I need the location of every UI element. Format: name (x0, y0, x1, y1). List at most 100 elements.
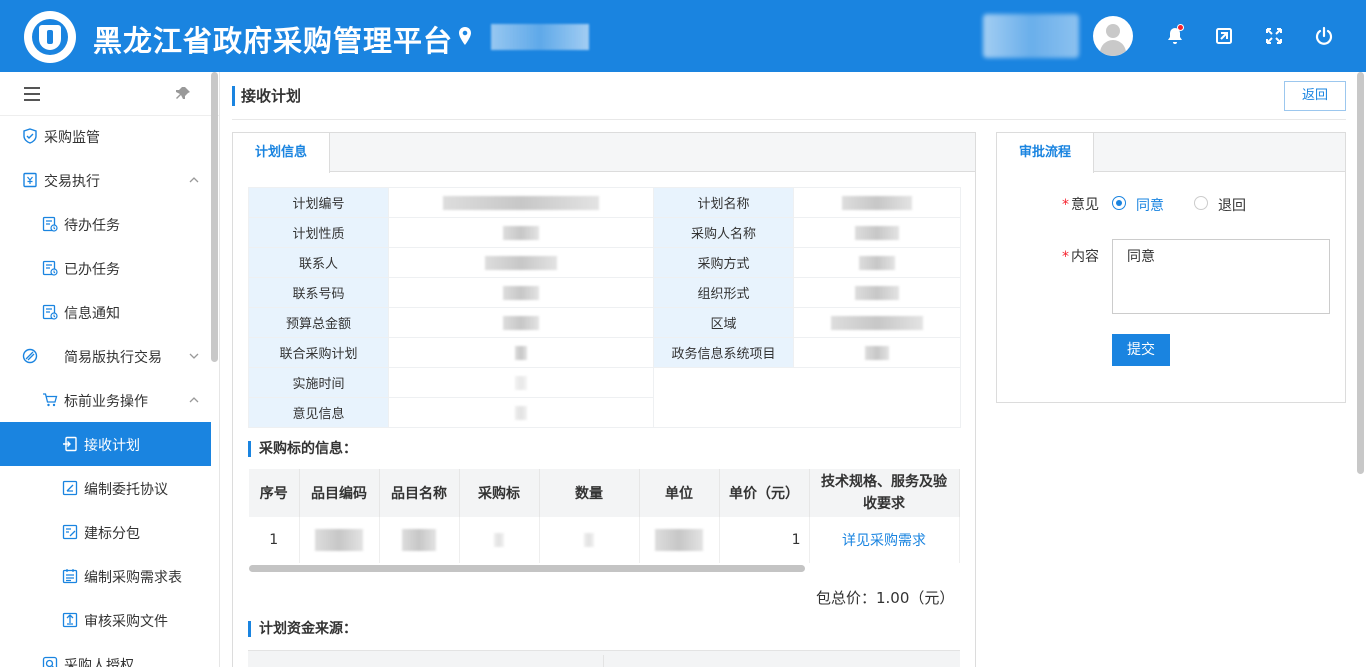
row-index: 1 (249, 517, 300, 563)
items-section-title: 采购标的信息： (248, 441, 357, 457)
field-value (793, 247, 961, 278)
sidebar-item-requirement-form[interactable]: 编制采购需求表 (0, 554, 211, 598)
sidebar-item-packaging[interactable]: 建标分包 (0, 510, 211, 554)
field-label: 实施时间 (248, 367, 389, 398)
column-header: 品目编码 (299, 469, 380, 517)
location-icon[interactable] (458, 27, 472, 45)
sidebar-item-agreement[interactable]: 编制委托协议 (0, 466, 211, 510)
sidebar-scrollbar[interactable] (211, 72, 218, 362)
upload-icon (62, 612, 78, 628)
row-target (459, 517, 540, 563)
column-header: 数量 (539, 469, 640, 517)
cart-icon (42, 392, 58, 408)
import-icon (62, 436, 78, 452)
field-label: 组织形式 (653, 277, 794, 308)
page-title: 接收计划 (232, 86, 301, 106)
field-value (388, 397, 654, 428)
sidebar-item-authorization[interactable]: 采购人授权 (0, 642, 211, 667)
fund-table-header (248, 650, 960, 667)
sidebar-item-pre-bid[interactable]: 标前业务操作 (0, 378, 211, 422)
menu-toggle-icon[interactable] (24, 87, 40, 101)
sidebar-item-notices[interactable]: 信息通知 (0, 290, 211, 334)
sidebar-item-done-tasks[interactable]: 已办任务 (0, 246, 211, 290)
slash-circle-icon (22, 348, 38, 364)
field-value (793, 217, 961, 248)
radio-return-label[interactable]: 退回 (1218, 195, 1246, 215)
tab-plan-info[interactable]: 计划信息 (233, 133, 330, 173)
radio-return[interactable] (1194, 196, 1208, 210)
chevron-up-icon (188, 394, 200, 406)
field-label: 区域 (653, 307, 794, 338)
sidebar-item-simple-trade[interactable]: 简易版执行交易 (0, 334, 211, 378)
avatar[interactable] (1093, 16, 1133, 56)
sidebar-item-review-docs[interactable]: 审核采购文件 (0, 598, 211, 642)
package-total: 包总价：1.00（元） (816, 589, 955, 607)
column-header: 单位 (639, 469, 720, 517)
items-table: 序号 品目编码 品目名称 采购标 数量 单位 单价（元） 技术规格、服务及验收要… (249, 469, 960, 563)
tab-approval-flow[interactable]: 审批流程 (997, 133, 1094, 173)
field-value (388, 247, 654, 278)
radio-agree-label[interactable]: 同意 (1136, 195, 1164, 215)
pin-icon[interactable] (174, 85, 192, 103)
column-header: 采购标 (459, 469, 540, 517)
field-label: 预算总金额 (248, 307, 389, 338)
fullscreen-icon[interactable] (1264, 26, 1284, 46)
power-icon[interactable] (1314, 26, 1334, 46)
field-label: 计划名称 (653, 187, 794, 218)
field-value (388, 187, 654, 218)
sidebar-item-supervision[interactable]: 采购监管 (0, 114, 211, 158)
field-label: 采购人名称 (653, 217, 794, 248)
screen-icon[interactable] (1214, 26, 1234, 46)
calendar-icon (62, 568, 78, 584)
app-logo (24, 11, 76, 63)
column-header: 序号 (249, 469, 300, 517)
row-qty (539, 517, 640, 563)
fund-section-title: 计划资金来源： (248, 621, 357, 637)
page-header: 接收计划 返回 (232, 80, 1346, 120)
edit-icon (62, 480, 78, 496)
field-label: 计划性质 (248, 217, 389, 248)
content-textarea[interactable]: 同意 (1112, 239, 1330, 314)
field-label: 政务信息系统项目 (653, 337, 794, 368)
back-button[interactable]: 返回 (1284, 81, 1346, 111)
field-label: 联系号码 (248, 277, 389, 308)
field-label: 采购方式 (653, 247, 794, 278)
table-row: 1 1 详见采购需求 (249, 517, 960, 563)
field-value (793, 337, 961, 368)
row-unit (639, 517, 720, 563)
plan-tabbar: 计划信息 (233, 133, 975, 173)
chevron-up-icon (188, 174, 200, 186)
row-price: 1 (719, 517, 810, 563)
requirement-link[interactable]: 详见采购需求 (809, 517, 960, 563)
column-header: 品目名称 (379, 469, 460, 517)
submit-button[interactable]: 提交 (1112, 334, 1170, 366)
field-value (793, 277, 961, 308)
column-header: 单价（元） (719, 469, 810, 517)
field-value (388, 337, 654, 368)
task-icon (42, 216, 58, 232)
bell-icon[interactable] (1165, 24, 1185, 46)
row-name (379, 517, 460, 563)
field-value (793, 187, 961, 218)
shield-icon (22, 128, 38, 144)
sidebar-item-trade-execution[interactable]: 交易执行 (0, 158, 211, 202)
field-value (388, 277, 654, 308)
sidebar-top (0, 72, 219, 116)
table-horizontal-scrollbar[interactable] (249, 565, 805, 572)
chevron-down-icon (188, 350, 200, 362)
approval-tabbar: 审批流程 (997, 133, 1345, 173)
sidebar: 采购监管 交易执行 待办任务 已办任务 信息通知 简易版执行交易 标前业务操作 … (0, 72, 220, 667)
field-label: 联系人 (248, 247, 389, 278)
field-label: 意见信息 (248, 397, 389, 428)
task-icon (42, 260, 58, 276)
field-value (388, 367, 654, 398)
main-scrollbar[interactable] (1357, 72, 1364, 474)
sidebar-item-todo-tasks[interactable]: 待办任务 (0, 202, 211, 246)
radio-agree[interactable] (1112, 196, 1126, 210)
edit-icon (62, 524, 78, 540)
sidebar-item-receive-plan[interactable]: 接收计划 (0, 422, 211, 466)
app-title: 黑龙江省政府采购管理平台 (93, 24, 454, 58)
top-header: 黑龙江省政府采购管理平台 (0, 0, 1366, 72)
task-icon (42, 304, 58, 320)
search-icon (42, 656, 58, 667)
